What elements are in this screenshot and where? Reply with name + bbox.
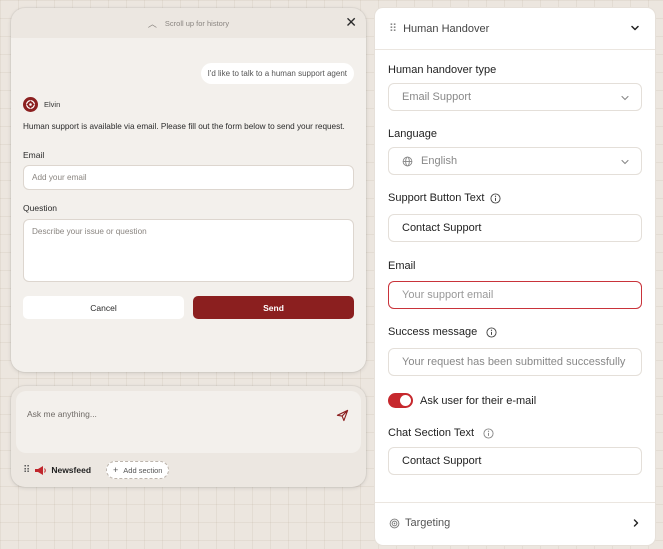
send-icon[interactable]: [336, 409, 349, 422]
success-message-input[interactable]: Your request has been submitted successf…: [388, 348, 642, 376]
panel-email-label: Email: [388, 260, 416, 272]
drag-handle-icon[interactable]: ⠿: [23, 465, 30, 476]
support-button-label-text: Support Button Text: [388, 192, 485, 204]
message-input-placeholder: Ask me anything...: [27, 409, 97, 419]
chat-section-value: Contact Support: [402, 455, 482, 467]
handover-type-label: Human handover type: [388, 64, 496, 76]
bot-avatar-icon: [23, 97, 38, 112]
send-button[interactable]: Send: [193, 296, 354, 319]
panel-email-label-text: Email: [388, 260, 416, 272]
support-email-input[interactable]: Your support email: [388, 281, 642, 309]
success-message-placeholder: Your request has been submitted successf…: [402, 356, 626, 368]
settings-panel: ⠿ Human Handover Human handover type Ema…: [375, 8, 655, 545]
toggle-knob: [400, 395, 411, 406]
chat-body: I'd like to talk to a human support agen…: [11, 38, 366, 372]
handover-type-label-text: Human handover type: [388, 64, 497, 76]
history-hint[interactable]: Scroll up for history: [165, 19, 229, 28]
handover-type-select[interactable]: Email Support: [388, 83, 642, 111]
success-message-label: Success message: [388, 326, 497, 338]
composer-footer: ⠿ Newsfeed + Add section: [23, 461, 170, 479]
close-icon[interactable]: ✕: [345, 15, 357, 29]
ask-email-label: Ask user for their e-mail: [420, 394, 537, 407]
email-field[interactable]: Add your email: [23, 165, 354, 190]
chat-section-label: Chat Section Text: [388, 427, 494, 439]
success-message-label-text: Success message: [388, 326, 478, 338]
target-icon: [389, 518, 400, 528]
globe-icon: [402, 156, 413, 166]
info-icon[interactable]: [483, 427, 494, 439]
chevron-up-icon[interactable]: ︿: [148, 17, 157, 30]
add-section-label: Add section: [123, 465, 163, 475]
language-value: English: [421, 155, 458, 167]
language-select[interactable]: English: [388, 147, 642, 175]
question-field[interactable]: Describe your issue or question: [23, 219, 354, 282]
support-button-label: Support Button Text: [388, 192, 501, 204]
chat-window: ︿ Scroll up for history ✕ I'd like to ta…: [11, 8, 366, 372]
support-button-value: Contact Support: [402, 222, 482, 234]
chevron-down-icon[interactable]: [629, 22, 641, 34]
targeting-section[interactable]: Targeting: [389, 513, 641, 533]
panel-title: Human Handover: [403, 22, 490, 35]
ask-email-toggle[interactable]: [388, 393, 413, 408]
info-icon[interactable]: [486, 326, 497, 338]
divider: [375, 502, 655, 503]
handover-type-value: Email Support: [402, 91, 472, 103]
support-email-placeholder: Your support email: [402, 289, 494, 301]
newsfeed-label[interactable]: Newsfeed: [51, 465, 91, 475]
chat-section-label-text: Chat Section Text: [388, 427, 475, 439]
megaphone-icon: [35, 465, 47, 475]
panel-header[interactable]: ⠿ Human Handover: [375, 8, 655, 50]
bot-name: Elvin: [44, 100, 61, 109]
message-input[interactable]: Ask me anything...: [16, 391, 361, 453]
targeting-label: Targeting: [405, 517, 451, 529]
question-label: Question: [23, 203, 58, 213]
composer: Ask me anything... ⠿ Newsfeed + Add sect…: [11, 386, 366, 487]
ask-email-toggle-row: Ask user for their e-mail: [388, 393, 536, 408]
chevron-right-icon: [633, 519, 639, 527]
chevron-down-icon: [621, 95, 629, 101]
info-icon[interactable]: [490, 192, 501, 204]
bot-message: Human support is available via email. Pl…: [23, 122, 345, 131]
language-label: Language: [388, 128, 437, 140]
chevron-down-icon: [621, 159, 629, 165]
plus-icon: +: [113, 465, 119, 475]
chat-section-text-input[interactable]: Contact Support: [388, 447, 642, 475]
support-button-text-input[interactable]: Contact Support: [388, 214, 642, 242]
email-label: Email: [23, 150, 45, 160]
chat-header: ︿ Scroll up for history ✕: [11, 8, 366, 38]
user-message-bubble: I'd like to talk to a human support agen…: [200, 63, 354, 84]
drag-handle-icon[interactable]: ⠿: [389, 22, 397, 35]
bot-identity: Elvin: [23, 97, 60, 112]
language-label-text: Language: [388, 128, 437, 140]
cancel-button[interactable]: Cancel: [23, 296, 184, 319]
add-section-button[interactable]: + Add section: [106, 461, 170, 479]
